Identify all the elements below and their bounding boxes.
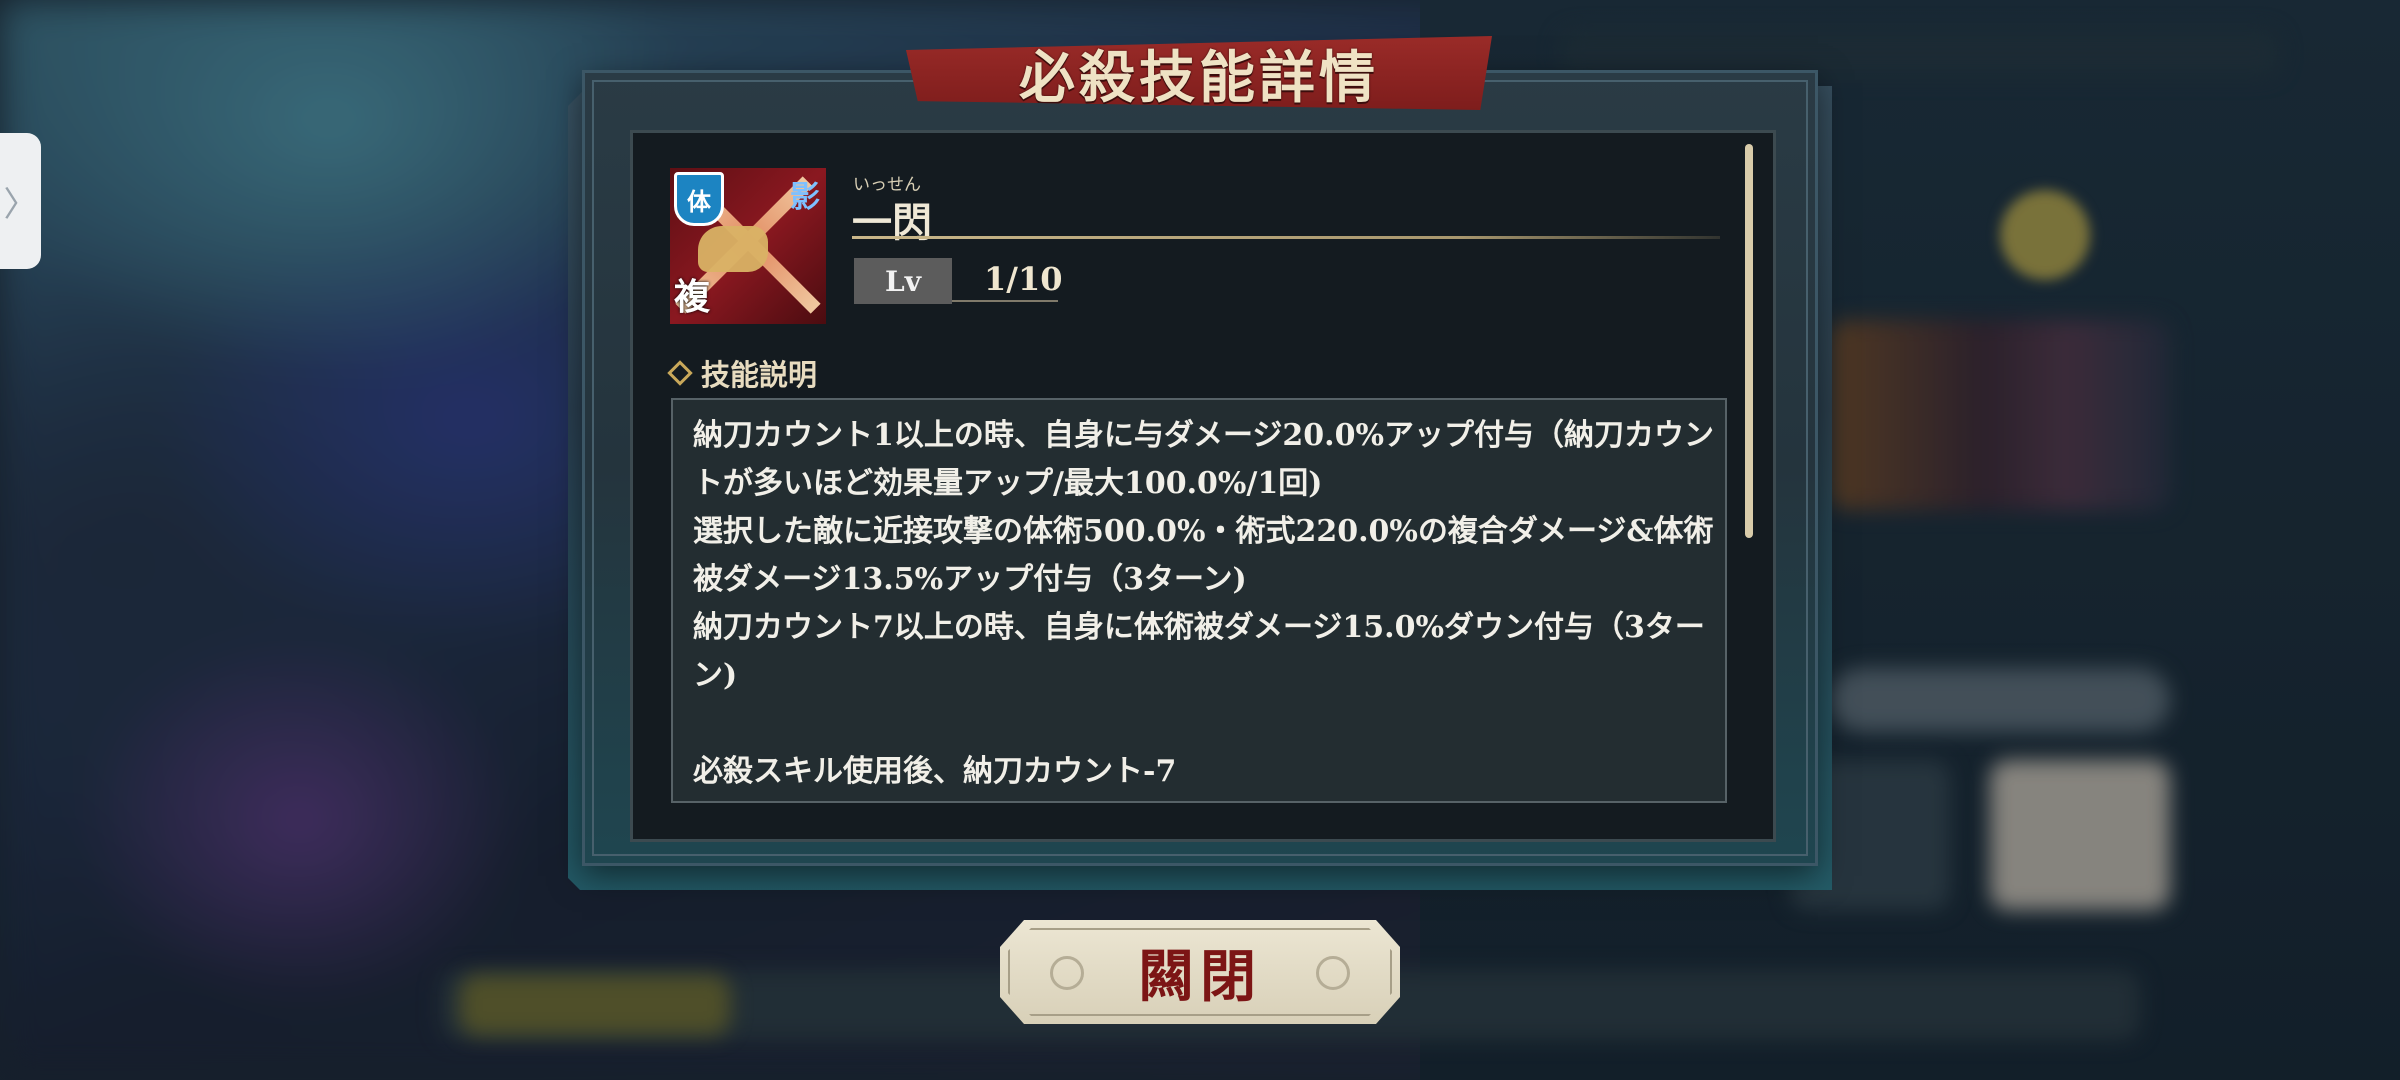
description-line: 選択した敵に近接攻撃の体術500.0%・術式220.0%の複合ダメージ&体術 [693, 514, 1714, 549]
description-line: 必殺スキル使用後、納刀カウント-7 [693, 754, 1177, 789]
skill-icon: 体 影 複 [670, 168, 826, 324]
level-value: 1/10 [984, 260, 1063, 298]
description-line: 納刀カウント7以上の時、自身に体術被ダメージ15.0%ダウン付与（3ター [693, 610, 1705, 645]
description-line: トが多いほど効果量アップ/最大100.0%/1回) [693, 466, 1323, 501]
fist-icon [698, 226, 768, 272]
close-button[interactable]: 闗閉 [1000, 920, 1400, 1024]
ornament-icon [1050, 956, 1084, 990]
description-box[interactable]: 納刀カウント1以上の時、自身に与ダメージ20.0%アップ付与（納刀カウン トが多… [671, 398, 1727, 803]
description-line: ン) [693, 658, 738, 693]
diamond-icon [667, 360, 693, 386]
description-line [693, 700, 1705, 748]
description-line: 被ダメージ13.5%アップ付与（3ターン) [693, 562, 1247, 597]
divider [952, 300, 1058, 302]
side-drawer-tab[interactable]: 〉 [0, 133, 41, 269]
description-line: 納刀カウント1以上の時、自身に与ダメージ20.0%アップ付与（納刀カウン [693, 418, 1714, 453]
level-badge: Lv [854, 258, 952, 304]
divider [852, 236, 1720, 239]
scrollbar[interactable] [1745, 144, 1753, 538]
compound-label: 複 [674, 276, 711, 318]
close-button-label: 闗閉 [1138, 943, 1262, 1010]
description-header: 技能説明 [667, 352, 818, 394]
skill-name: 一閃 [852, 199, 932, 246]
ornament-icon [1316, 956, 1350, 990]
attribute-badge-icon: 体 [674, 172, 724, 226]
chevron-right-icon: 〉 [3, 184, 38, 225]
element-label: 影 [790, 180, 820, 215]
description-header-label: 技能説明 [701, 358, 818, 392]
